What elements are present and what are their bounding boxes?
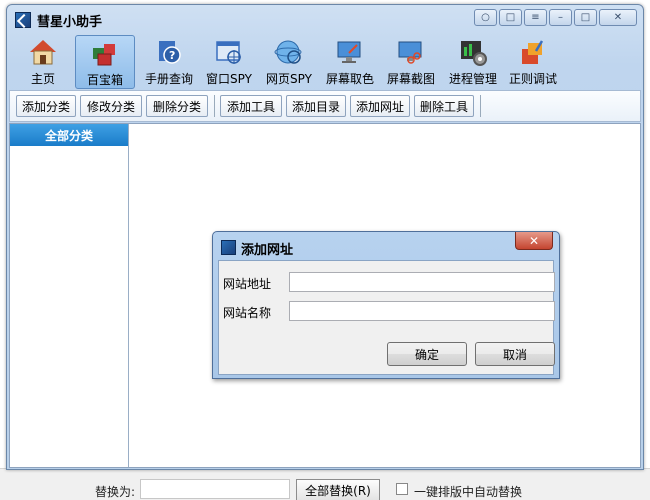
home-icon <box>28 37 58 67</box>
background-app-strip: 替换为: 全部替换(R) 一键排版中自动替换 <box>0 468 650 500</box>
toolbar-regex-debug[interactable]: 正则调试 <box>503 35 563 89</box>
auto-replace-checkbox[interactable] <box>396 483 408 495</box>
toolbar-color-picker[interactable]: 屏幕取色 <box>320 35 380 89</box>
help-book-icon: ? <box>154 37 184 67</box>
auto-replace-label: 一键排版中自动替换 <box>414 485 523 499</box>
cancel-button[interactable]: 取消 <box>475 342 555 366</box>
window-controls: ○ □ ≡ – □ ✕ <box>474 9 637 26</box>
toolbar-toolbox[interactable]: 百宝箱 <box>75 35 135 89</box>
minimize-button[interactable]: – <box>549 9 572 26</box>
url-input[interactable] <box>289 272 555 292</box>
category-panel: 全部分类 <box>10 124 129 467</box>
replace-input[interactable] <box>140 479 290 499</box>
skin-icon[interactable]: □ <box>499 9 522 26</box>
toolbar-home-label: 主页 <box>30 72 55 86</box>
toolbar-manual[interactable]: ? 手册查询 <box>139 35 199 89</box>
dialog-title-bar[interactable]: 添加网址 ✕ <box>213 232 559 260</box>
replace-label: 替换为: <box>95 485 136 499</box>
main-toolbar: 主页 百宝箱 ? 手册查询 窗口SPY 网页SPY 屏幕取色 屏幕截图 进程管理… <box>7 33 643 89</box>
regex-debug-icon <box>518 37 548 67</box>
color-picker-icon <box>335 37 365 67</box>
toolbar-web-spy[interactable]: 网页SPY <box>259 35 319 89</box>
process-gear-icon <box>458 37 488 67</box>
dialog-app-icon <box>221 240 236 255</box>
add-url-button[interactable]: 添加网址 <box>350 95 410 117</box>
window-spy-icon <box>214 37 244 67</box>
toolbar-window-spy[interactable]: 窗口SPY <box>199 35 259 89</box>
window-title: 彗星小助手 <box>37 15 103 30</box>
toolbar-manual-label: 手册查询 <box>144 72 193 86</box>
web-spy-icon <box>274 37 304 67</box>
replace-all-button[interactable]: 全部替换(R) <box>296 479 380 500</box>
svg-text:?: ? <box>169 49 175 62</box>
toolbox-icon <box>90 38 120 68</box>
toolbar-separator <box>214 95 215 117</box>
close-button[interactable]: ✕ <box>599 9 637 26</box>
dialog-close-button[interactable]: ✕ <box>515 232 553 250</box>
category-all[interactable]: 全部分类 <box>10 124 128 146</box>
delete-category-button[interactable]: 删除分类 <box>146 95 208 117</box>
add-category-button[interactable]: 添加分类 <box>16 95 76 117</box>
add-url-dialog: 添加网址 ✕ 网站地址 网站名称 确定 取消 <box>212 231 560 379</box>
delete-tool-button[interactable]: 删除工具 <box>414 95 474 117</box>
toolbar-screenshot-label: 屏幕截图 <box>386 72 435 86</box>
screenshot-icon <box>396 37 426 67</box>
dialog-title: 添加网址 <box>241 243 294 258</box>
add-tool-button[interactable]: 添加工具 <box>220 95 282 117</box>
menu-icon[interactable]: ≡ <box>524 9 547 26</box>
add-directory-button[interactable]: 添加目录 <box>286 95 346 117</box>
ok-button[interactable]: 确定 <box>387 342 467 366</box>
url-label: 网站地址 <box>223 277 272 291</box>
toolbar-process-manager-label: 进程管理 <box>448 72 497 86</box>
toolbar-color-picker-label: 屏幕取色 <box>325 72 374 86</box>
toolbar-window-spy-label: 窗口SPY <box>206 72 252 86</box>
site-name-label: 网站名称 <box>223 306 272 320</box>
toolbar-web-spy-label: 网页SPY <box>266 72 312 86</box>
sub-toolbar: 添加分类 修改分类 删除分类 添加工具 添加目录 添加网址 删除工具 <box>9 90 641 122</box>
app-logo-icon <box>15 12 31 28</box>
toolbar-regex-debug-label: 正则调试 <box>508 72 557 86</box>
toolbar-screenshot[interactable]: 屏幕截图 <box>381 35 441 89</box>
title-bar[interactable]: 彗星小助手 ○ □ ≡ – □ ✕ <box>7 5 643 33</box>
toolbar-separator <box>480 95 481 117</box>
maximize-button[interactable]: □ <box>574 9 597 26</box>
dialog-body: 网站地址 网站名称 确定 取消 <box>218 260 555 375</box>
toolbar-toolbox-label: 百宝箱 <box>86 73 123 87</box>
edit-category-button[interactable]: 修改分类 <box>80 95 142 117</box>
toolbar-process-manager[interactable]: 进程管理 <box>443 35 503 89</box>
chat-icon[interactable]: ○ <box>474 9 497 26</box>
site-name-input[interactable] <box>289 301 555 321</box>
toolbar-home[interactable]: 主页 <box>13 35 73 89</box>
